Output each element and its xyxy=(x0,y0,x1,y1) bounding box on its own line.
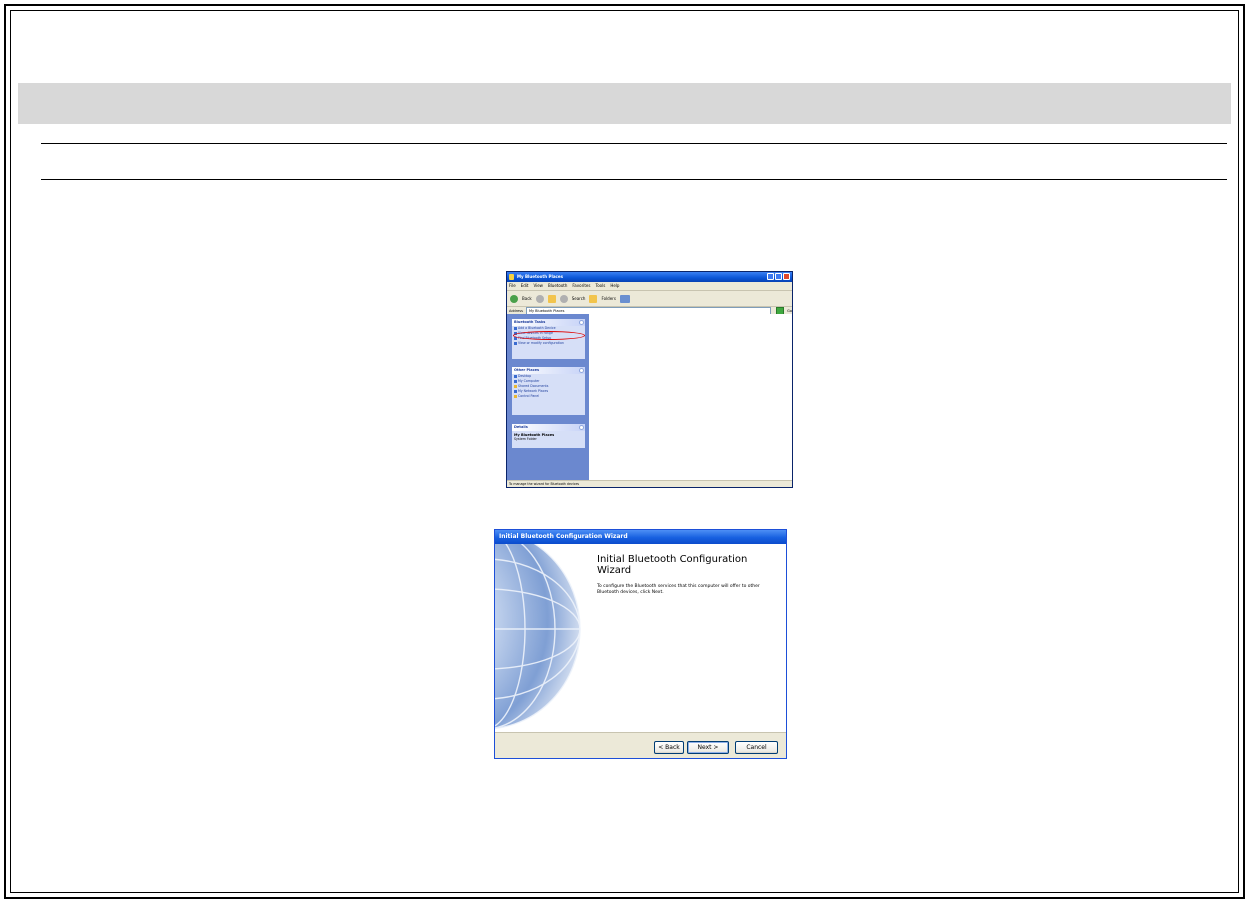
toolbar: Back Search Folders xyxy=(507,291,792,307)
chevron-up-icon[interactable] xyxy=(579,368,584,373)
chevron-up-icon[interactable] xyxy=(579,425,584,430)
details-header[interactable]: Details xyxy=(512,424,585,431)
folders-label[interactable]: Folders xyxy=(601,296,615,301)
back-arrow-icon[interactable] xyxy=(510,294,518,303)
wizard-window-screenshot: Initial Bluetooth Configuration Wizard I… xyxy=(494,529,787,759)
wizard-description: To configure the Bluetooth services that… xyxy=(597,584,760,595)
menu-bluetooth[interactable]: Bluetooth xyxy=(548,282,567,290)
chevron-up-icon[interactable] xyxy=(579,320,584,325)
bluetooth-tasks-header[interactable]: Bluetooth Tasks xyxy=(512,319,585,326)
back-button[interactable]: < Back xyxy=(654,741,684,754)
wizard-body: Initial Bluetooth Configuration Wizard T… xyxy=(495,544,786,732)
content-area[interactable] xyxy=(589,314,792,481)
wizard-footer: < Back Next > Cancel xyxy=(495,732,786,758)
explorer-title: My Bluetooth Places xyxy=(517,274,563,279)
back-label[interactable]: Back xyxy=(522,296,532,301)
task-pane: Bluetooth Tasks Add a Bluetooth Device V… xyxy=(507,314,589,481)
divider-line xyxy=(41,143,1227,144)
details-type: System Folder xyxy=(514,437,537,441)
network-icon xyxy=(514,390,517,393)
menu-help[interactable]: Help xyxy=(610,282,619,290)
explorer-window-screenshot: My Bluetooth Places File Edit View Bluet… xyxy=(506,271,793,488)
folders-icon[interactable] xyxy=(589,294,598,303)
bluetooth-folder-icon xyxy=(509,274,514,280)
explorer-title-bar: My Bluetooth Places xyxy=(507,272,792,282)
desktop-icon xyxy=(514,375,517,378)
menu-tools[interactable]: Tools xyxy=(595,282,605,290)
close-icon[interactable] xyxy=(783,273,790,280)
other-places-panel: Other Places Desktop My Computer Shared … xyxy=(512,367,585,415)
search-label[interactable]: Search xyxy=(572,296,586,301)
configuration-icon xyxy=(514,342,517,345)
forward-arrow-icon[interactable] xyxy=(535,294,544,303)
menu-view[interactable]: View xyxy=(533,282,543,290)
details-panel: Details My Bluetooth Places System Folde… xyxy=(512,424,585,448)
globe-icon xyxy=(495,544,587,732)
status-bar: To manage the wizard for Bluetooth devic… xyxy=(507,480,792,487)
highlight-oval xyxy=(513,331,585,340)
go-label[interactable]: Go xyxy=(787,309,792,313)
menu-edit[interactable]: Edit xyxy=(521,282,529,290)
place-control-panel[interactable]: Control Panel xyxy=(512,394,585,399)
header-band xyxy=(18,83,1231,124)
wizard-title-bar: Initial Bluetooth Configuration Wizard xyxy=(495,530,786,544)
next-button[interactable]: Next > xyxy=(687,741,729,754)
menu-favorites[interactable]: Favorites xyxy=(572,282,590,290)
other-places-header[interactable]: Other Places xyxy=(512,367,585,374)
add-device-icon xyxy=(514,327,517,330)
views-icon[interactable] xyxy=(619,294,630,303)
search-icon[interactable] xyxy=(559,294,568,303)
folder-icon xyxy=(514,385,517,388)
window-controls xyxy=(767,273,790,280)
control-panel-icon xyxy=(514,395,517,398)
minimize-icon[interactable] xyxy=(767,273,774,280)
computer-icon xyxy=(514,380,517,383)
bluetooth-tasks-panel: Bluetooth Tasks Add a Bluetooth Device V… xyxy=(512,319,585,359)
up-folder-icon[interactable] xyxy=(547,294,556,303)
address-label: Address xyxy=(509,309,523,313)
task-view-configuration[interactable]: View or modify configuration xyxy=(512,341,585,346)
menu-file[interactable]: File xyxy=(509,282,516,290)
menu-bar: File Edit View Bluetooth Favorites Tools… xyxy=(507,282,792,291)
maximize-icon[interactable] xyxy=(775,273,782,280)
wizard-heading: Initial Bluetooth Configuration Wizard xyxy=(597,554,748,576)
divider-line xyxy=(41,179,1227,180)
explorer-body: Bluetooth Tasks Add a Bluetooth Device V… xyxy=(507,314,792,481)
cancel-button[interactable]: Cancel xyxy=(735,741,778,754)
